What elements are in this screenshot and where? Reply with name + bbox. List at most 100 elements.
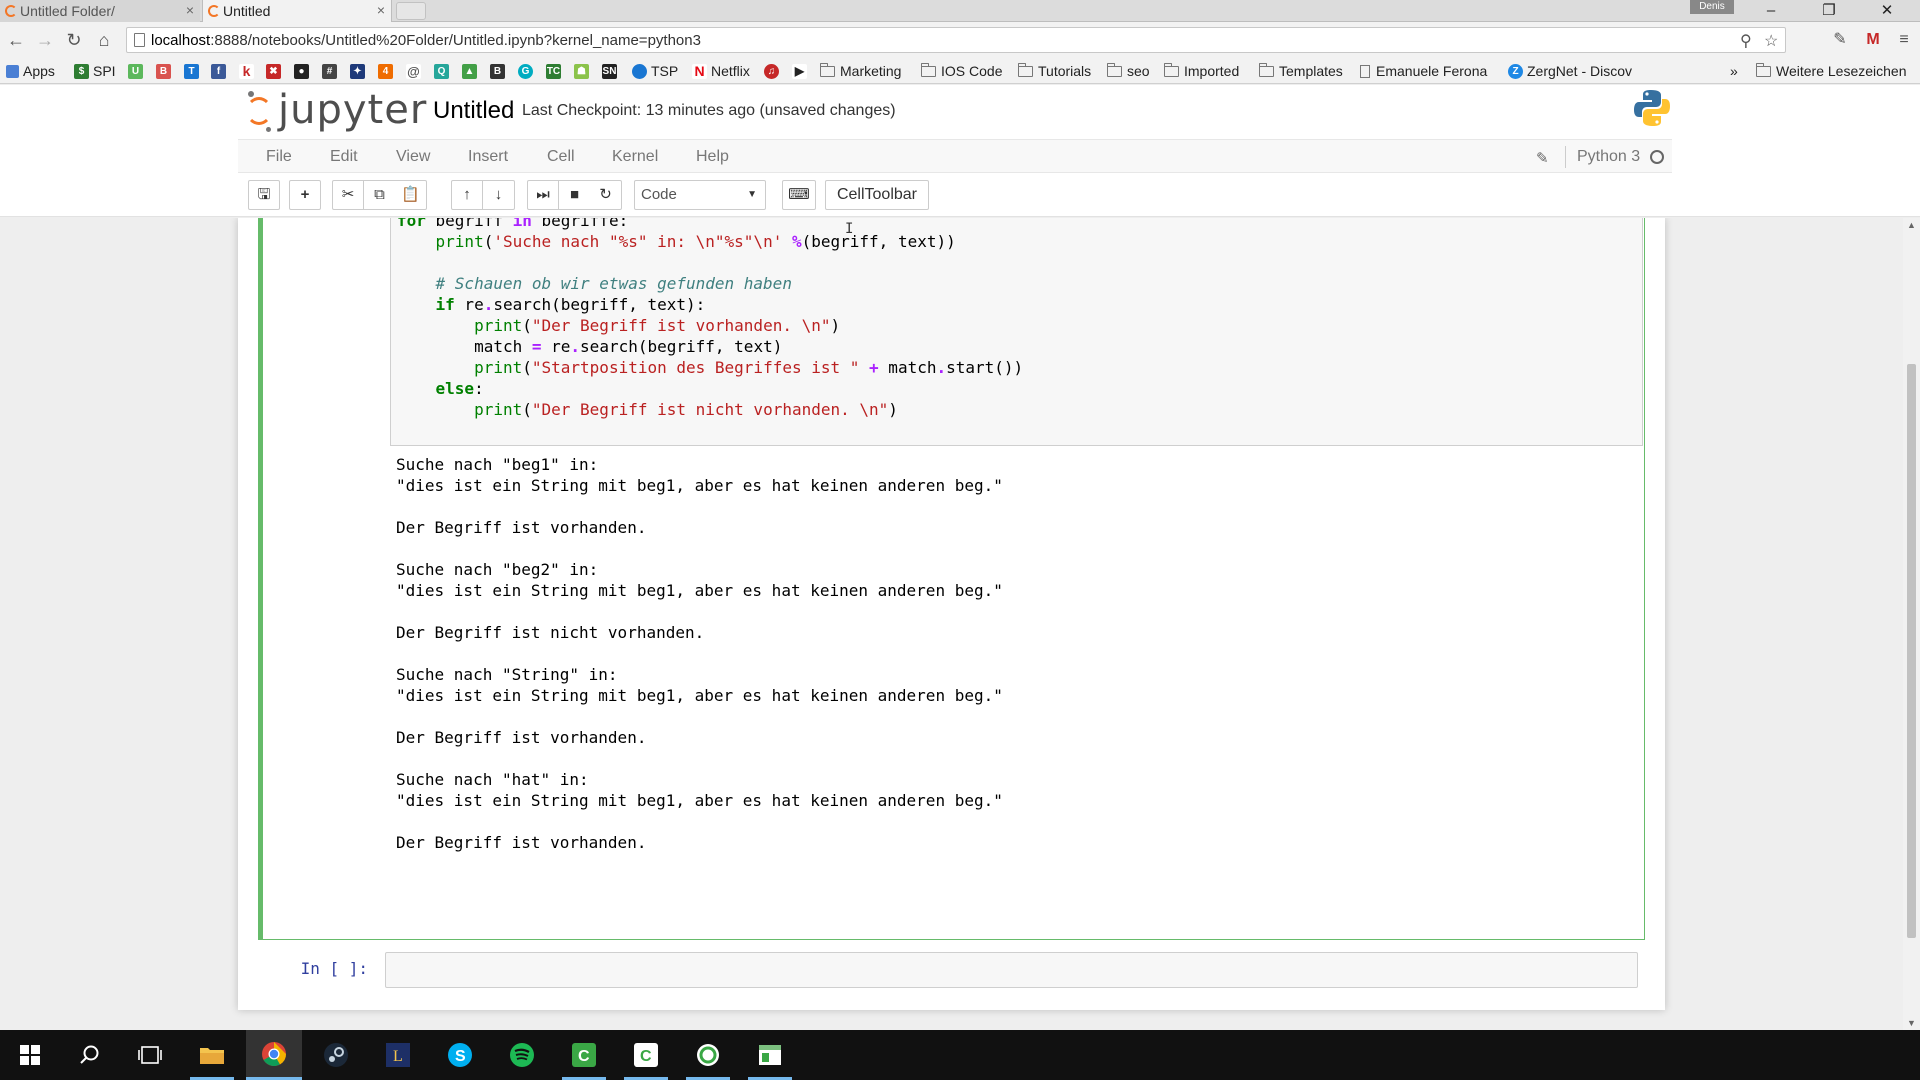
search-button[interactable] bbox=[62, 1030, 118, 1080]
celltoolbar-button[interactable]: CellToolbar bbox=[825, 180, 929, 210]
bookmark-icon-grid[interactable]: # bbox=[322, 61, 341, 81]
bookmark-icon-leaf[interactable]: ▲ bbox=[462, 61, 481, 81]
scrollbar-thumb[interactable] bbox=[1907, 364, 1916, 938]
bookmark-icon-trello[interactable]: T bbox=[184, 61, 203, 81]
bookmark-icon-at[interactable]: @ bbox=[406, 61, 425, 81]
bookmark-folder-tutorials[interactable]: Tutorials bbox=[1018, 61, 1091, 81]
folder-icon bbox=[1018, 62, 1033, 77]
menu-insert[interactable]: Insert bbox=[468, 140, 508, 174]
move-up-button[interactable]: ↑ bbox=[451, 180, 483, 210]
recorder-button[interactable] bbox=[680, 1030, 736, 1080]
camtasia-recorder-button[interactable]: C bbox=[618, 1030, 674, 1080]
bookmark-folder-ios-code[interactable]: IOS Code bbox=[921, 61, 1002, 81]
start-button[interactable] bbox=[2, 1030, 58, 1080]
bookmark-icon-b[interactable]: B bbox=[490, 61, 509, 81]
command-palette-button[interactable]: ⌨ bbox=[782, 180, 816, 210]
close-tab-icon[interactable]: × bbox=[377, 2, 385, 18]
profile-badge[interactable]: Denis bbox=[1690, 0, 1734, 14]
move-down-button[interactable]: ↓ bbox=[483, 180, 515, 210]
bookmark-icon-k[interactable]: k bbox=[239, 61, 258, 81]
insert-cell-button[interactable]: + bbox=[289, 180, 321, 210]
window-app-button[interactable] bbox=[742, 1030, 798, 1080]
bookmark-folder-marketing[interactable]: Marketing bbox=[820, 61, 901, 81]
address-bar[interactable]: localhost:8888/notebooks/Untitled%20Fold… bbox=[126, 27, 1786, 53]
minimize-icon[interactable]: – bbox=[1748, 0, 1794, 22]
app-l-button[interactable]: L bbox=[370, 1030, 426, 1080]
menu-view[interactable]: View bbox=[396, 140, 430, 174]
spotify-button[interactable] bbox=[494, 1030, 550, 1080]
bookmark-icon-red[interactable]: B bbox=[156, 61, 175, 81]
pencil-icon[interactable]: ✎ bbox=[1536, 149, 1549, 167]
tab-untitled[interactable]: Untitled × bbox=[202, 0, 392, 22]
bookmark-icon-sn[interactable]: SN bbox=[602, 61, 621, 81]
camtasia-button[interactable]: C bbox=[556, 1030, 612, 1080]
bookmark-folder-weitere[interactable]: Weitere Lesezeichen bbox=[1756, 61, 1906, 81]
interrupt-kernel-button[interactable]: ■ bbox=[559, 180, 591, 210]
chrome-menu-icon[interactable]: ≡ bbox=[1892, 28, 1916, 52]
run-cell-button[interactable]: ⏭ bbox=[527, 180, 559, 210]
tab-untitled-folder[interactable]: Untitled Folder/ × bbox=[0, 0, 200, 22]
task-view-button[interactable] bbox=[122, 1030, 178, 1080]
bookmark-netflix[interactable]: N Netflix bbox=[692, 61, 750, 81]
bookmark-zergnet[interactable]: Z ZergNet - Discov bbox=[1508, 61, 1632, 81]
bookmark-emanuele[interactable]: Emanuele Ferona bbox=[1360, 61, 1487, 81]
menu-edit[interactable]: Edit bbox=[330, 140, 358, 174]
bookmark-icon-x[interactable]: ✖ bbox=[266, 61, 285, 81]
back-arrow-icon[interactable]: ← bbox=[4, 28, 28, 52]
bookmark-star-icon[interactable]: ☆ bbox=[1764, 31, 1778, 51]
menu-help[interactable]: Help bbox=[696, 140, 729, 174]
bookmark-spi[interactable]: $ SPI bbox=[74, 61, 116, 81]
bookmark-tsp[interactable]: TSP bbox=[632, 61, 678, 81]
bookmark-icon-q[interactable]: Q bbox=[434, 61, 453, 81]
bookmark-icon-tc[interactable]: TC bbox=[546, 61, 565, 81]
menu-kernel[interactable]: Kernel bbox=[612, 140, 658, 174]
home-icon[interactable]: ⌂ bbox=[92, 28, 116, 52]
vertical-scrollbar[interactable]: ▲ ▼ bbox=[1903, 218, 1920, 1030]
bookmark-icon-camera[interactable]: ● bbox=[294, 61, 313, 81]
bookmark-icon-g[interactable]: G bbox=[518, 61, 537, 81]
scroll-up-icon[interactable]: ▲ bbox=[1906, 220, 1917, 230]
bookmark-folder-imported[interactable]: Imported bbox=[1164, 61, 1239, 81]
bookmark-icon-facebook[interactable]: f bbox=[211, 61, 230, 81]
forward-arrow-icon[interactable]: → bbox=[33, 28, 57, 52]
bookmark-icon-android[interactable]: ☗ bbox=[574, 61, 593, 81]
cell-type-select[interactable]: Code ▼ bbox=[634, 180, 766, 210]
bookmarks-overflow-chevron[interactable]: » bbox=[1730, 61, 1738, 81]
restart-kernel-button[interactable]: ↻ bbox=[590, 180, 622, 210]
close-tab-icon[interactable]: × bbox=[186, 2, 194, 18]
empty-code-cell[interactable]: In [ ]: bbox=[258, 946, 1645, 990]
url-text[interactable]: localhost:8888/notebooks/Untitled%20Fold… bbox=[151, 32, 701, 49]
save-button[interactable]: 🖫 bbox=[248, 180, 280, 210]
gmail-extension-icon[interactable]: M bbox=[1861, 28, 1885, 52]
notebook-name[interactable]: Untitled bbox=[433, 97, 514, 125]
bookmark-icon-play[interactable]: ▶ bbox=[792, 61, 811, 81]
cell-input[interactable] bbox=[385, 952, 1638, 988]
restore-icon[interactable]: ❐ bbox=[1806, 0, 1852, 22]
menu-file[interactable]: File bbox=[266, 140, 292, 174]
cut-button[interactable]: ✂ bbox=[332, 180, 364, 210]
extension-eyedropper-icon[interactable]: ✎ bbox=[1828, 28, 1852, 52]
bookmark-icon-u[interactable]: U bbox=[128, 61, 147, 81]
bookmark-icon-4[interactable]: 4 bbox=[378, 61, 397, 81]
bookmark-icon-star[interactable]: ✦ bbox=[350, 61, 369, 81]
cell-code-editor[interactable]: for begriff in begriffe: print('Suche na… bbox=[390, 218, 1643, 446]
scroll-down-icon[interactable]: ▼ bbox=[1906, 1018, 1917, 1028]
copy-button[interactable]: ⧉ bbox=[364, 180, 396, 210]
reload-icon[interactable]: ↻ bbox=[62, 28, 86, 52]
menu-cell[interactable]: Cell bbox=[547, 140, 575, 174]
jupyter-logo[interactable]: jupyter bbox=[246, 89, 426, 132]
steam-button[interactable] bbox=[308, 1030, 364, 1080]
paste-button[interactable]: 📋 bbox=[395, 180, 427, 210]
selected-code-cell[interactable]: for begriff in begriffe: print('Suche na… bbox=[258, 218, 1645, 940]
bookmark-folder-seo[interactable]: seo bbox=[1107, 61, 1150, 81]
file-explorer-button[interactable] bbox=[184, 1030, 240, 1080]
bookmark-folder-templates[interactable]: Templates bbox=[1259, 61, 1343, 81]
bookmark-icon-music[interactable]: ♫ bbox=[764, 61, 783, 81]
site-u-icon: U bbox=[128, 63, 143, 79]
bookmark-apps[interactable]: Apps bbox=[6, 61, 55, 81]
close-window-icon[interactable]: ✕ bbox=[1864, 0, 1910, 22]
new-tab-button[interactable] bbox=[396, 2, 426, 20]
zoom-icon[interactable]: ⚲ bbox=[1740, 31, 1752, 51]
chrome-taskbar-button[interactable] bbox=[246, 1030, 302, 1080]
skype-button[interactable]: S bbox=[432, 1030, 488, 1080]
